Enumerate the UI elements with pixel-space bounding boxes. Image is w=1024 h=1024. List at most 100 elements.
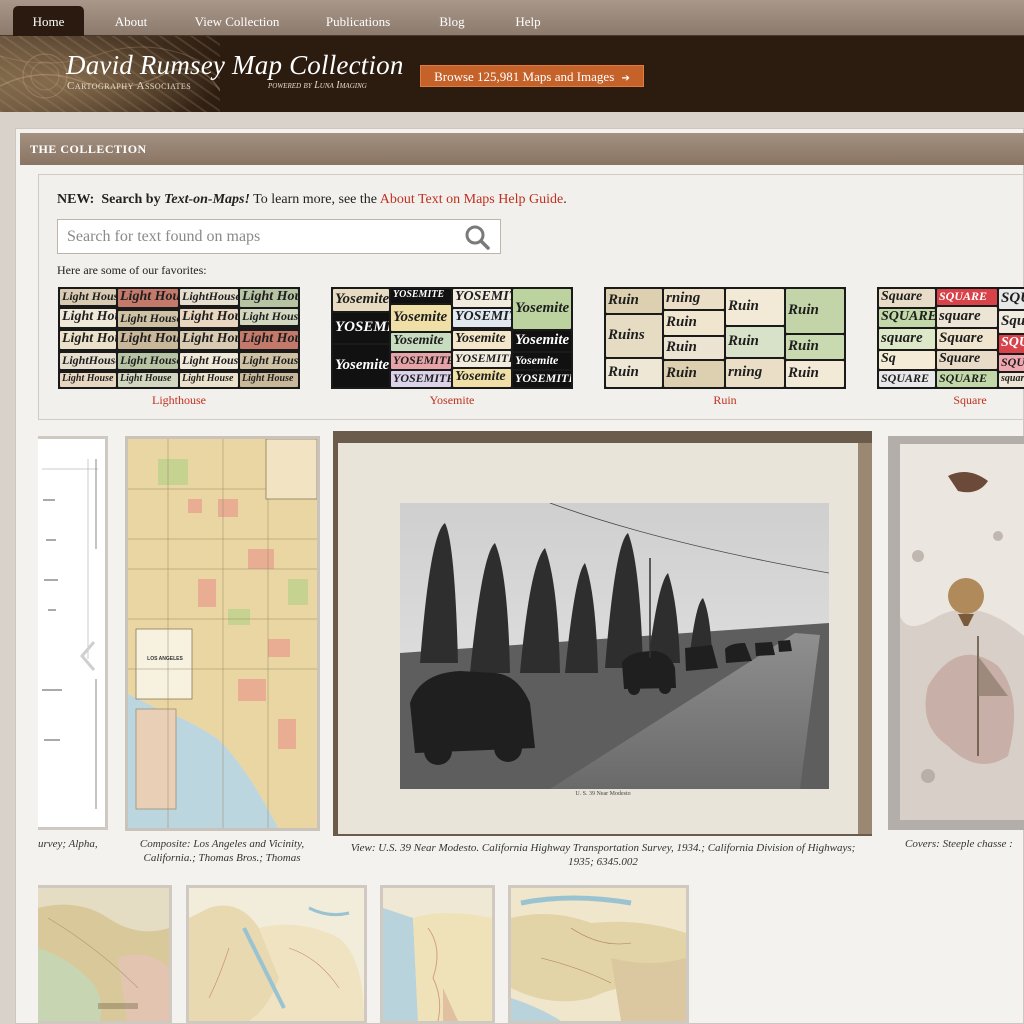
favorite-text-tile: SQUARE bbox=[879, 371, 935, 387]
nav-view-collection[interactable]: View Collection bbox=[184, 8, 290, 36]
favorite-text-tile: Light House bbox=[180, 309, 238, 327]
favorite-text-tile: Ruin bbox=[786, 289, 844, 333]
favorite-text-tile: Light House bbox=[118, 373, 178, 387]
favorite-text-tile: Light House bbox=[240, 289, 298, 307]
favorites-label: Here are some of our favorites: bbox=[57, 263, 207, 277]
favorite-text-tile: SQUARE bbox=[999, 355, 1024, 371]
favorite-text-tile: Ruin bbox=[664, 337, 724, 359]
favorite-text-tile: SQUARE bbox=[999, 289, 1024, 309]
favorite-text-tile: square bbox=[937, 307, 997, 327]
favorite-text-tile: Light House bbox=[118, 289, 178, 307]
bottom-thumb-turkey-asia-map[interactable] bbox=[508, 885, 689, 1024]
favorite-text-tile: Light House bbox=[118, 331, 178, 349]
browse-maps-button[interactable]: Browse 125,981 Maps and Images ➔ bbox=[420, 65, 644, 87]
favorite-text-tile: Yosemite bbox=[333, 345, 389, 387]
search-input[interactable] bbox=[58, 220, 458, 253]
favorite-text-tile: Ruin bbox=[726, 327, 784, 357]
nav-home[interactable]: Home bbox=[13, 6, 84, 36]
favorite-text-tile: Light House bbox=[118, 311, 178, 327]
caption-modesto[interactable]: View: U.S. 39 Near Modesto. California H… bbox=[343, 841, 863, 869]
favorite-text-tile: Light House bbox=[60, 331, 116, 349]
caption-survey[interactable]: urvey; Alpha, bbox=[38, 837, 108, 851]
favorite-text-tile: Square bbox=[999, 311, 1024, 333]
nav-publications[interactable]: Publications bbox=[314, 8, 402, 36]
favorite-text-tile: Ruin bbox=[786, 361, 844, 387]
nav-help[interactable]: Help bbox=[502, 8, 554, 36]
powered-by: powered by Luna Imaging bbox=[268, 80, 367, 91]
favorite-square-link[interactable]: Square bbox=[935, 393, 1005, 408]
carousel-item-los-angeles-map[interactable] bbox=[125, 436, 320, 831]
favorite-text-tile: Light House bbox=[60, 309, 116, 327]
site-subtitle: Cartography Associates bbox=[67, 80, 192, 92]
carousel-item-steeplechase-cover[interactable] bbox=[888, 436, 1024, 830]
favorite-text-tile: Yosemite bbox=[513, 289, 571, 329]
favorite-text-tile: Light House bbox=[180, 373, 238, 387]
favorite-square-image[interactable]: SquareSQUARESQUARESQUAREsquareSquaresqua… bbox=[877, 287, 1024, 389]
favorite-text-tile: YOSEMITE bbox=[513, 371, 571, 387]
favorite-text-tile: YOSEMITE bbox=[391, 289, 451, 303]
favorite-text-tile: SQUARE bbox=[937, 371, 997, 387]
carousel-item-survey[interactable] bbox=[38, 436, 108, 830]
bottom-thumb-syria-map[interactable] bbox=[380, 885, 495, 1024]
search-icon[interactable] bbox=[464, 224, 492, 250]
favorite-text-tile: square bbox=[999, 373, 1024, 387]
favorite-text-tile: Light House bbox=[240, 309, 298, 325]
la-map-label: LOS ANGELES bbox=[147, 656, 183, 662]
search-box bbox=[57, 219, 501, 254]
favorite-text-tile: LightHouse bbox=[180, 289, 238, 305]
favorite-text-tile: Yosemite bbox=[513, 353, 571, 369]
favorite-text-tile: Ruin bbox=[606, 359, 662, 387]
photo-caption: U. S. 39 Near Modesto bbox=[575, 791, 631, 797]
favorite-text-tile: Light House bbox=[60, 289, 116, 305]
favorite-yosemite-link[interactable]: Yosemite bbox=[331, 393, 573, 408]
learn-more-text: To learn more, see the bbox=[253, 192, 377, 207]
favorite-text-tile: SQUARE bbox=[937, 289, 997, 305]
favorite-text-tile: YOSEMITE bbox=[453, 351, 511, 367]
browse-button-label: Browse 125,981 Maps and Images bbox=[434, 69, 615, 84]
caption-steeplechase[interactable]: Covers: Steeple chasse : bbox=[905, 837, 1024, 851]
favorite-ruin-link[interactable]: Ruin bbox=[604, 393, 846, 408]
favorite-text-tile: Ruin bbox=[664, 361, 724, 387]
favorite-text-tile: SQUARE bbox=[999, 335, 1024, 353]
period: . bbox=[563, 192, 567, 207]
favorite-text-tile: YOSEMITE bbox=[453, 309, 511, 327]
favorite-text-tile: Ruin bbox=[664, 311, 724, 335]
favorite-text-tile: YOSEMITE bbox=[333, 313, 389, 343]
favorite-text-tile: rning bbox=[726, 359, 784, 387]
favorite-text-tile: Yosemite bbox=[391, 305, 451, 331]
favorite-text-tile: Ruin bbox=[786, 335, 844, 359]
section-header: THE COLLECTION bbox=[20, 133, 1024, 165]
favorite-text-tile: Yosemite bbox=[453, 331, 511, 349]
favorite-text-tile: Square bbox=[879, 289, 935, 307]
favorite-lighthouse-image[interactable]: Light HouseLight HouseLightHouseLight Ho… bbox=[58, 287, 300, 389]
bottom-thumb-china-map[interactable] bbox=[38, 885, 172, 1024]
favorite-text-tile: SQUARE bbox=[879, 309, 935, 327]
favorite-text-tile: Yosemite bbox=[513, 331, 571, 351]
favorite-text-tile: Ruins bbox=[606, 315, 662, 357]
favorite-text-tile: Sq bbox=[879, 351, 935, 369]
favorite-text-tile: Yosemite bbox=[391, 333, 451, 351]
favorite-text-tile: Yosemite bbox=[333, 289, 389, 311]
help-guide-link[interactable]: About Text on Maps Help Guide bbox=[380, 192, 563, 207]
favorite-text-tile: Light House bbox=[180, 353, 238, 369]
favorite-text-tile: Light House bbox=[180, 331, 238, 349]
favorite-text-tile: YOSEMITE bbox=[391, 371, 451, 387]
carousel-item-modesto-photo[interactable]: U. S. 39 Near Modesto bbox=[333, 431, 872, 836]
favorite-text-tile: LightHouse bbox=[60, 353, 116, 369]
favorite-text-tile: square bbox=[879, 329, 935, 349]
nav-about[interactable]: About bbox=[102, 8, 160, 36]
chevron-left-icon[interactable] bbox=[76, 638, 100, 674]
favorite-text-tile: Yosemite bbox=[453, 369, 511, 387]
nav-blog[interactable]: Blog bbox=[428, 8, 476, 36]
favorite-text-tile: Light House bbox=[240, 373, 298, 387]
site-title[interactable]: David Rumsey Map Collection bbox=[66, 50, 404, 81]
favorite-text-tile: Light House bbox=[60, 373, 116, 387]
text-on-maps-headline: NEW: Search by Text-on-Maps! To learn mo… bbox=[57, 192, 567, 208]
favorite-lighthouse-link[interactable]: Lighthouse bbox=[58, 393, 300, 408]
bottom-thumb-arabia-map[interactable] bbox=[186, 885, 367, 1024]
favorite-ruin-image[interactable]: Ruin rning Ruin Ruin Ruins Ruin Ruin Ruin Ruin Ru… bbox=[604, 287, 846, 389]
favorite-yosemite-image[interactable]: YosemiteYOSEMITEYOSEMITEYosemiteYOSEMITE… bbox=[331, 287, 573, 389]
caption-los-angeles[interactable]: Composite: Los Angeles and Vicinity, Cal… bbox=[132, 837, 312, 865]
favorite-text-tile: Square bbox=[937, 329, 997, 349]
favorite-text-tile: Square bbox=[937, 351, 997, 369]
